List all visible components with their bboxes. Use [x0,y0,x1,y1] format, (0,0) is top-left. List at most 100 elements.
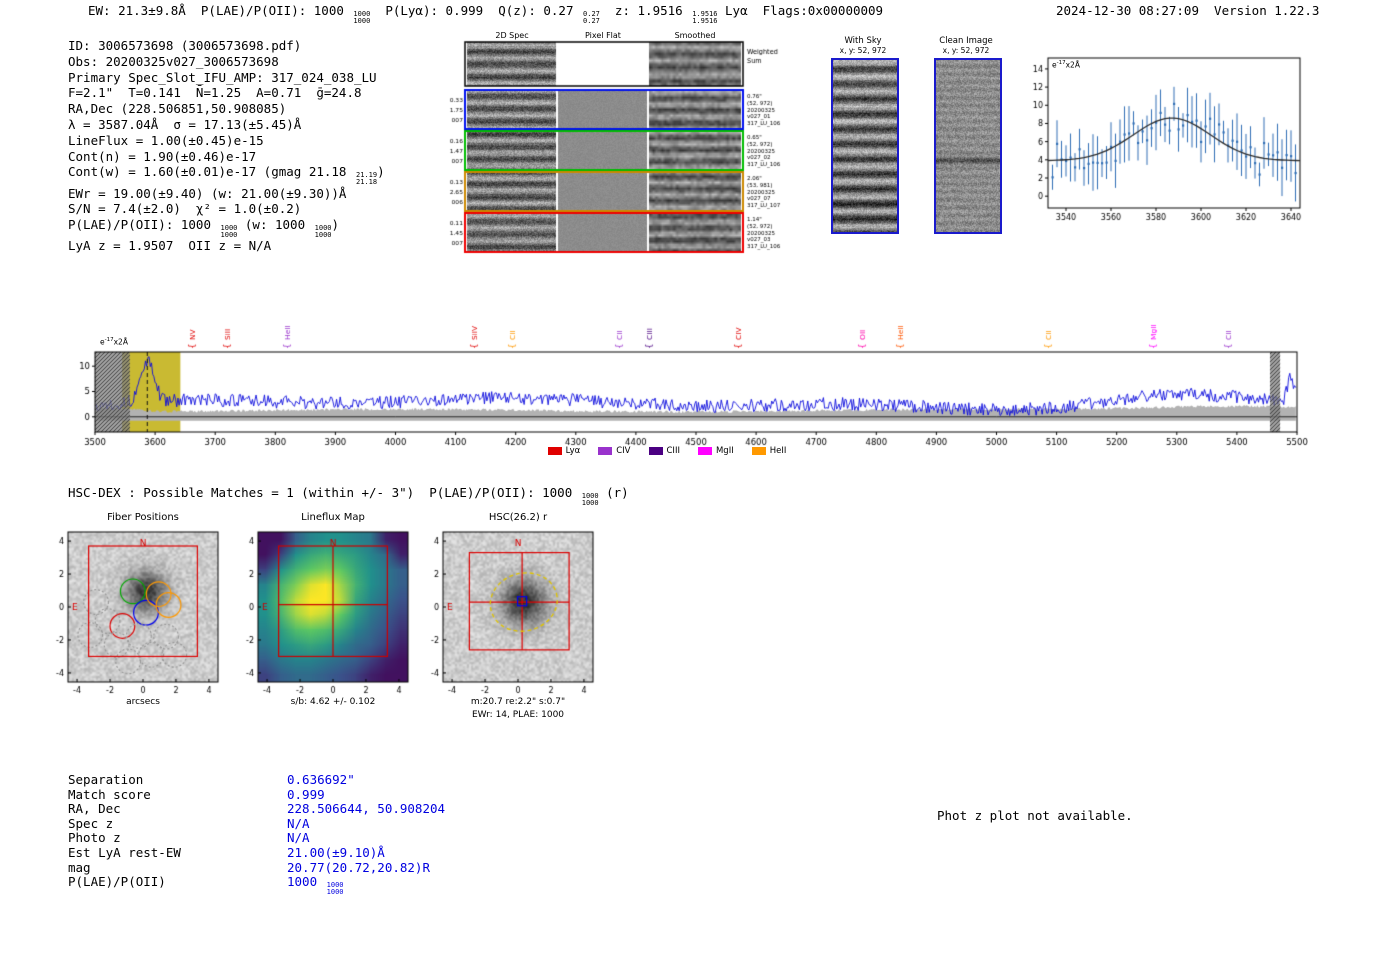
header-stats-line: EW: 21.3±9.8Å P(LAE)/P(OII): 1000 1000 10… [88,3,883,24]
row-value: N/A [287,815,310,831]
table-row: P(LAE)/P(OII) 1000 1000 1000 [68,874,445,895]
info-line-ewr: EWr = 19.00(±9.40) (w: 21.00(±9.30))Å [68,185,347,201]
header-qz-label: Q(z): [498,3,544,18]
legend-swatch-mgii [697,447,712,455]
info-line-cont-n: Cont(n) = 1.90(±0.46)e-17 [68,148,257,164]
legend-swatch-ciii [648,447,663,455]
legend-label-mgii: MgII [715,446,734,456]
spec2d-header-smoothed: Smoothed [674,31,716,40]
hsc-cutout-plot [411,524,611,709]
lineflux-map-plot [226,524,426,709]
full-spectrum-plot [58,296,1308,462]
row-label: RA, Dec [68,801,121,817]
cont-w-text: Cont(w) = 1.60(±0.01)e-17 (gmag 21.18 [68,164,354,180]
fraction-bottom: 1000 [220,230,238,239]
hsc-cutout-title: HSC(26.2) r [488,512,548,523]
fiber-positions-title: Fiber Positions [107,512,179,523]
info-line-id: ID: 3006573698 (3006573698.pdf) [68,38,302,53]
info-line-obs: Obs: 20200325v027_3006573698 [68,53,279,69]
legend-swatch-lya [547,447,562,455]
info-line-wavelength: λ = 3587.04Å σ = 17.13(±5.45)Å [68,116,302,132]
ylabel-suffix: x2Å [113,337,128,347]
table-row: Photo z N/A [68,830,445,845]
plae-close: ) [331,217,340,233]
legend-item-mgii: MgII [697,446,734,456]
clean-image [934,58,1002,234]
row-label: Separation [68,772,144,787]
cont-w-close: ) [377,164,385,180]
spectrum-ylabel: e-17x2Å [100,337,128,347]
plae-fraction-1: 1000 1000 [221,225,238,238]
header-qz-value: 0.27 [543,3,582,18]
header-z-value: 1.9516 [637,3,691,18]
table-row: Spec z N/A [68,816,445,831]
row-value: 228.506644, 50.908204 [287,801,446,817]
plae-fraction-2: 1000 1000 [315,225,332,238]
hsc-dex-close: (r) [598,485,629,500]
clean-image-title: Clean Image [939,36,993,46]
info-line-lya-z: LyA z = 1.9507 OII z = N/A [68,238,272,254]
with-sky-title: With Sky [844,36,882,46]
lineflux-map-caption: s/b: 4.62 +/- 0.102 [290,697,376,707]
table-row: Est LyA rest-EW 21.00(±9.10)Å [68,845,445,860]
header-plae-fraction: 1000 1000 [353,11,370,24]
match-properties-table: Separation 0.636692" Match score 0.999 RA,… [68,772,446,895]
phot-z-note: Phot z plot not available. [937,808,1133,823]
fraction-bottom: 21.18 [355,177,378,186]
row-value: 0.636692" [287,772,355,787]
row-value: N/A [287,830,310,846]
lineflux-map-title: Lineflux Map [301,512,365,523]
info-line-cont-w: Cont(w) = 1.60(±0.01)e-17 (gmag 21.18 21… [68,164,385,185]
legend-label-lya: Lyα [565,446,581,456]
plae-text-mid: (w: 1000 [237,217,313,233]
legend-item-civ: CIV [598,446,631,456]
hsc-caption-morphology: m:20.7 re:2.2" s:0.7" [470,697,566,707]
info-line-slot: Primary Spec_Slot_IFU_AMP: 317_024_038_L… [68,69,377,85]
plae-text: P(LAE)/P(OII): 1000 [68,217,219,233]
ylabel-suffix: x2Å [1065,60,1080,70]
spectrum-legend: Lyα CIV CIII MgII HeII [95,446,1239,456]
detection-info-block: ID: 3006573698 (3006573698.pdf) Obs: 202… [68,38,385,254]
cont-w-fraction: 21.19 21.18 [356,172,377,185]
row-value: 21.00(±9.10)Å [287,844,385,860]
row-value: 20.77(20.72,20.82)R [287,859,430,875]
with-sky-xy: x, y: 52, 972 [839,46,887,55]
row-label: P(LAE)/P(OII) [68,874,166,890]
ylabel-exponent: -17 [1056,60,1066,66]
legend-item-ciii: CIII [648,446,680,456]
spec2d-panel-canvas [445,40,790,260]
info-line-seeing: F=2.1" T=0.141 N̄=1.25 A=0.71 ḡ=24.8 [68,85,362,101]
info-line-lineflux: LineFlux = 1.00(±0.45)e-15 [68,132,264,148]
header-ew: EW: 21.3±9.8Å [88,3,201,18]
header-plae-label: P(LAE)/P(OII): [200,3,314,18]
row-label: Spec z [68,815,114,831]
legend-label-ciii: CIII [666,446,680,456]
with-sky-image [831,58,899,234]
header-z-label: z: [599,3,638,18]
info-line-sn: S/N = 7.4(±2.0) χ² = 1.0(±0.2) [68,201,302,217]
hsc-dex-fraction: 1000 1000 [582,493,599,506]
line-fit-plot [1030,50,1310,230]
header-qz-fraction: 0.27 0.27 [583,11,600,24]
fraction-bottom: 1.9516 [692,16,718,25]
hsc-caption-ewr-plae: EWr: 14, PLAE: 1000 [471,710,565,720]
fraction-bottom: 1000 [581,498,599,507]
row-label: mag [68,859,91,875]
fraction-bottom: 1000 [353,16,371,25]
legend-label-civ: CIV [616,446,631,456]
row-label: Photo z [68,830,121,846]
hsc-dex-text: HSC-DEX : Possible Matches = 1 (within +… [68,485,580,500]
header-flags: Flags:0x00000009 [762,3,884,18]
fiber-positions-plot [36,524,236,709]
header-timestamp: 2024-12-30 08:27:09 Version 1.22.3 [1056,3,1320,18]
elixer-report-page: EW: 21.3±9.8Å P(LAE)/P(OII): 1000 1000 10… [0,0,1400,953]
info-line-plae: P(LAE)/P(OII): 1000 1000 1000 (w: 1000 10… [68,217,385,238]
ylabel-exponent: -17 [104,337,114,343]
info-line-radec: RA,Dec (228.506851,50.908085) [68,101,287,117]
row-value: 1000 [287,874,325,890]
legend-item-lya: Lyα [547,446,581,456]
row-value: 0.999 [287,786,325,802]
row-label: Est LyA rest-EW [68,844,181,860]
fiber-positions-xlabel: arcsecs [126,697,160,707]
spec2d-header-2dspec: 2D Spec [495,31,529,40]
